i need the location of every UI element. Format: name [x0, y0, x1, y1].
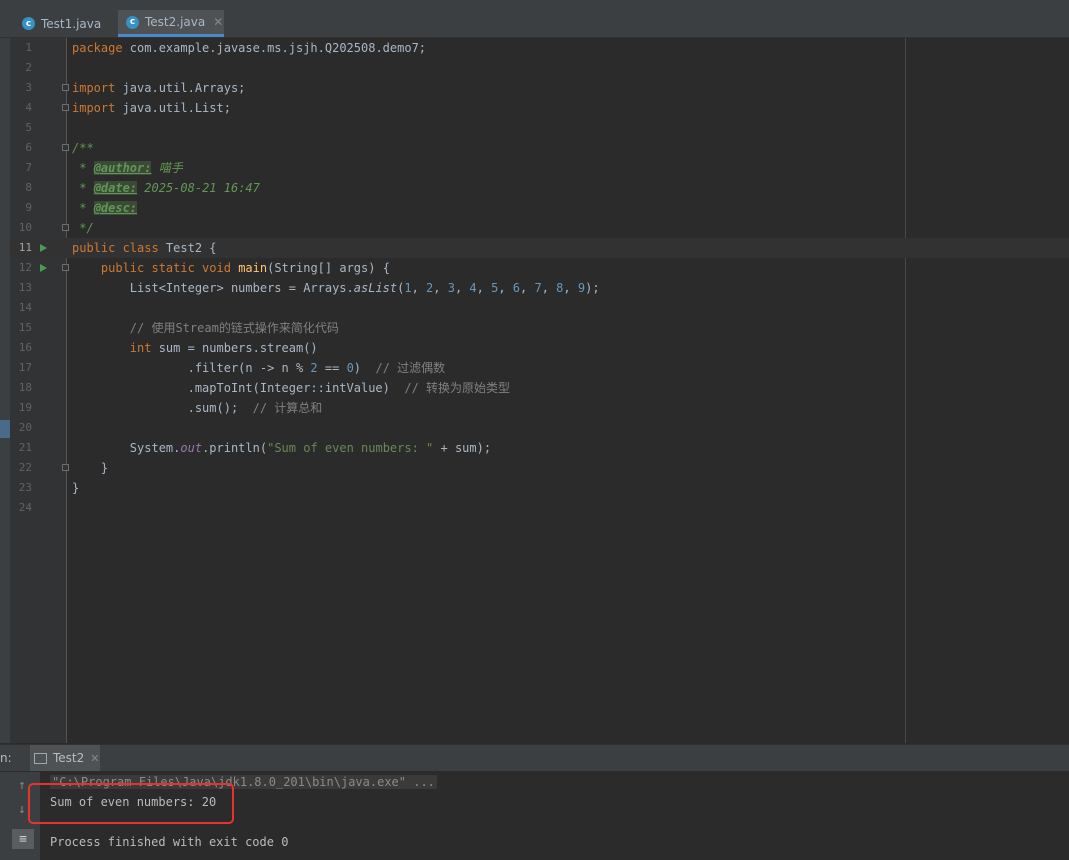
code-line[interactable]: 11 public class Test2 {	[10, 238, 1069, 258]
run-tab-label: Test2	[53, 751, 85, 765]
code-line[interactable]: 2	[10, 58, 1069, 78]
run-gutter-icon[interactable]	[40, 244, 47, 252]
code-line[interactable]: 7 * @author: 喵手	[10, 158, 1069, 178]
arrow-up-icon[interactable]: ↑	[18, 778, 26, 793]
line-number: 6	[25, 141, 32, 154]
line-number: 10	[18, 221, 32, 234]
code-line[interactable]: 22 }	[10, 458, 1069, 478]
line-number: 5	[25, 121, 32, 134]
line-number: 12	[18, 261, 32, 274]
close-run-tab-icon[interactable]: ✕	[90, 752, 99, 765]
code-line[interactable]: 4 import java.util.List;	[10, 98, 1069, 118]
code-text: public static void main(String[] args) {	[100, 261, 390, 275]
code-line[interactable]: 13 List<Integer> numbers = Arrays.asList…	[10, 278, 1069, 298]
fold-marker-icon[interactable]	[62, 144, 69, 151]
line-number: 16	[18, 341, 32, 354]
line-number: 9	[25, 201, 32, 214]
code-text: // 使用Stream的链式操作来简化代码	[129, 321, 339, 335]
code-line[interactable]: 6 /**	[10, 138, 1069, 158]
line-number: 1	[25, 41, 32, 54]
arrow-down-icon[interactable]: ↓	[18, 802, 26, 817]
line-number: 22	[18, 461, 32, 474]
code-line[interactable]: 20	[10, 418, 1069, 438]
console-icon	[34, 752, 47, 764]
java-class-icon: c	[22, 17, 35, 30]
code-text: public class Test2 {	[72, 241, 217, 255]
close-tab-icon[interactable]: ✕	[213, 15, 223, 29]
code-text: List<Integer> numbers = Arrays.asList(1,…	[72, 281, 600, 295]
tab-test1[interactable]: c Test1.java	[18, 10, 116, 37]
fold-marker-icon[interactable]	[62, 264, 69, 271]
line-number: 15	[18, 321, 32, 334]
line-number: 17	[18, 361, 32, 374]
code-line[interactable]: 5	[10, 118, 1069, 138]
tab-test2[interactable]: c Test2.java ✕	[118, 10, 224, 37]
line-number: 19	[18, 401, 32, 414]
fold-marker-icon[interactable]	[62, 104, 69, 111]
code-text: * @desc:	[72, 201, 138, 215]
fold-marker-icon[interactable]	[62, 464, 69, 471]
output-highlight-box	[28, 783, 234, 824]
code-line[interactable]: 8 * @date: 2025-08-21 16:47	[10, 178, 1069, 198]
run-panel-header: n: Test2 ✕	[0, 745, 1069, 771]
code-line[interactable]: 19 .sum(); // 计算总和	[10, 398, 1069, 418]
fold-marker-icon[interactable]	[62, 84, 69, 91]
code-text: import java.util.Arrays;	[72, 81, 246, 95]
line-number: 23	[18, 481, 32, 494]
code-text: .sum(); // 计算总和	[72, 401, 323, 415]
line-number: 20	[18, 421, 32, 434]
fold-marker-icon[interactable]	[62, 224, 69, 231]
soft-wrap-icon[interactable]: ≡	[12, 829, 34, 849]
code-line[interactable]: 21 System.out.println("Sum of even numbe…	[10, 438, 1069, 458]
code-line[interactable]: 9 * @desc:	[10, 198, 1069, 218]
line-number: 24	[18, 501, 32, 514]
code-text: System.out.println("Sum of even numbers:…	[72, 441, 492, 455]
code-text: */	[72, 221, 94, 235]
code-line[interactable]: 10 */	[10, 218, 1069, 238]
line-number: 3	[25, 81, 32, 94]
code-line[interactable]: 24	[10, 498, 1069, 518]
code-text: * @author: 喵手	[72, 161, 183, 175]
tab-label: Test1.java	[41, 16, 102, 31]
run-gutter-icon[interactable]	[40, 264, 47, 272]
code-line[interactable]: 1 package com.example.javase.ms.jsjh.Q202…	[10, 38, 1069, 58]
left-tool-strip	[0, 38, 10, 743]
line-number: 2	[25, 61, 32, 74]
line-number: 7	[25, 161, 32, 174]
code-text: import java.util.List;	[72, 101, 231, 115]
tool-marker	[0, 420, 10, 438]
code-line[interactable]: 23}	[10, 478, 1069, 498]
editor-tab-bar: c Test1.java c Test2.java ✕	[0, 10, 1069, 38]
run-label: n:	[0, 751, 12, 765]
code-line[interactable]: 17 .filter(n -> n % 2 == 0) // 过滤偶数	[10, 358, 1069, 378]
line-number: 11	[18, 241, 32, 254]
line-number: 21	[18, 441, 32, 454]
code-text: * @date: 2025-08-21 16:47	[72, 181, 260, 195]
run-tab-test2[interactable]: Test2 ✕	[30, 745, 100, 771]
code-text: package com.example.javase.ms.jsjh.Q2025…	[72, 41, 427, 55]
code-text: .filter(n -> n % 2 == 0) // 过滤偶数	[72, 361, 446, 375]
title-strip	[0, 0, 1069, 10]
code-line[interactable]: 3 import java.util.Arrays;	[10, 78, 1069, 98]
console-exit-message: Process finished with exit code 0	[50, 835, 289, 849]
code-line[interactable]: 16 int sum = numbers.stream()	[10, 338, 1069, 358]
line-number: 18	[18, 381, 32, 394]
code-text: int sum = numbers.stream()	[129, 341, 318, 355]
code-text: }	[72, 461, 109, 475]
line-number: 8	[25, 181, 32, 194]
java-class-icon: c	[126, 15, 139, 29]
code-line[interactable]: 15 // 使用Stream的链式操作来简化代码	[10, 318, 1069, 338]
line-number: 14	[18, 301, 32, 314]
code-line[interactable]: 18 .mapToInt(Integer::intValue) // 转换为原始…	[10, 378, 1069, 398]
code-line[interactable]: 12 public static void main(String[] args…	[10, 258, 1069, 278]
line-number: 13	[18, 281, 32, 294]
code-text: /**	[72, 141, 94, 155]
code-line[interactable]: 14	[10, 298, 1069, 318]
line-number: 4	[25, 101, 32, 114]
code-text: }	[72, 481, 80, 495]
tab-label: Test2.java	[145, 15, 206, 29]
code-text: .mapToInt(Integer::intValue) // 转换为原始类型	[72, 381, 511, 395]
